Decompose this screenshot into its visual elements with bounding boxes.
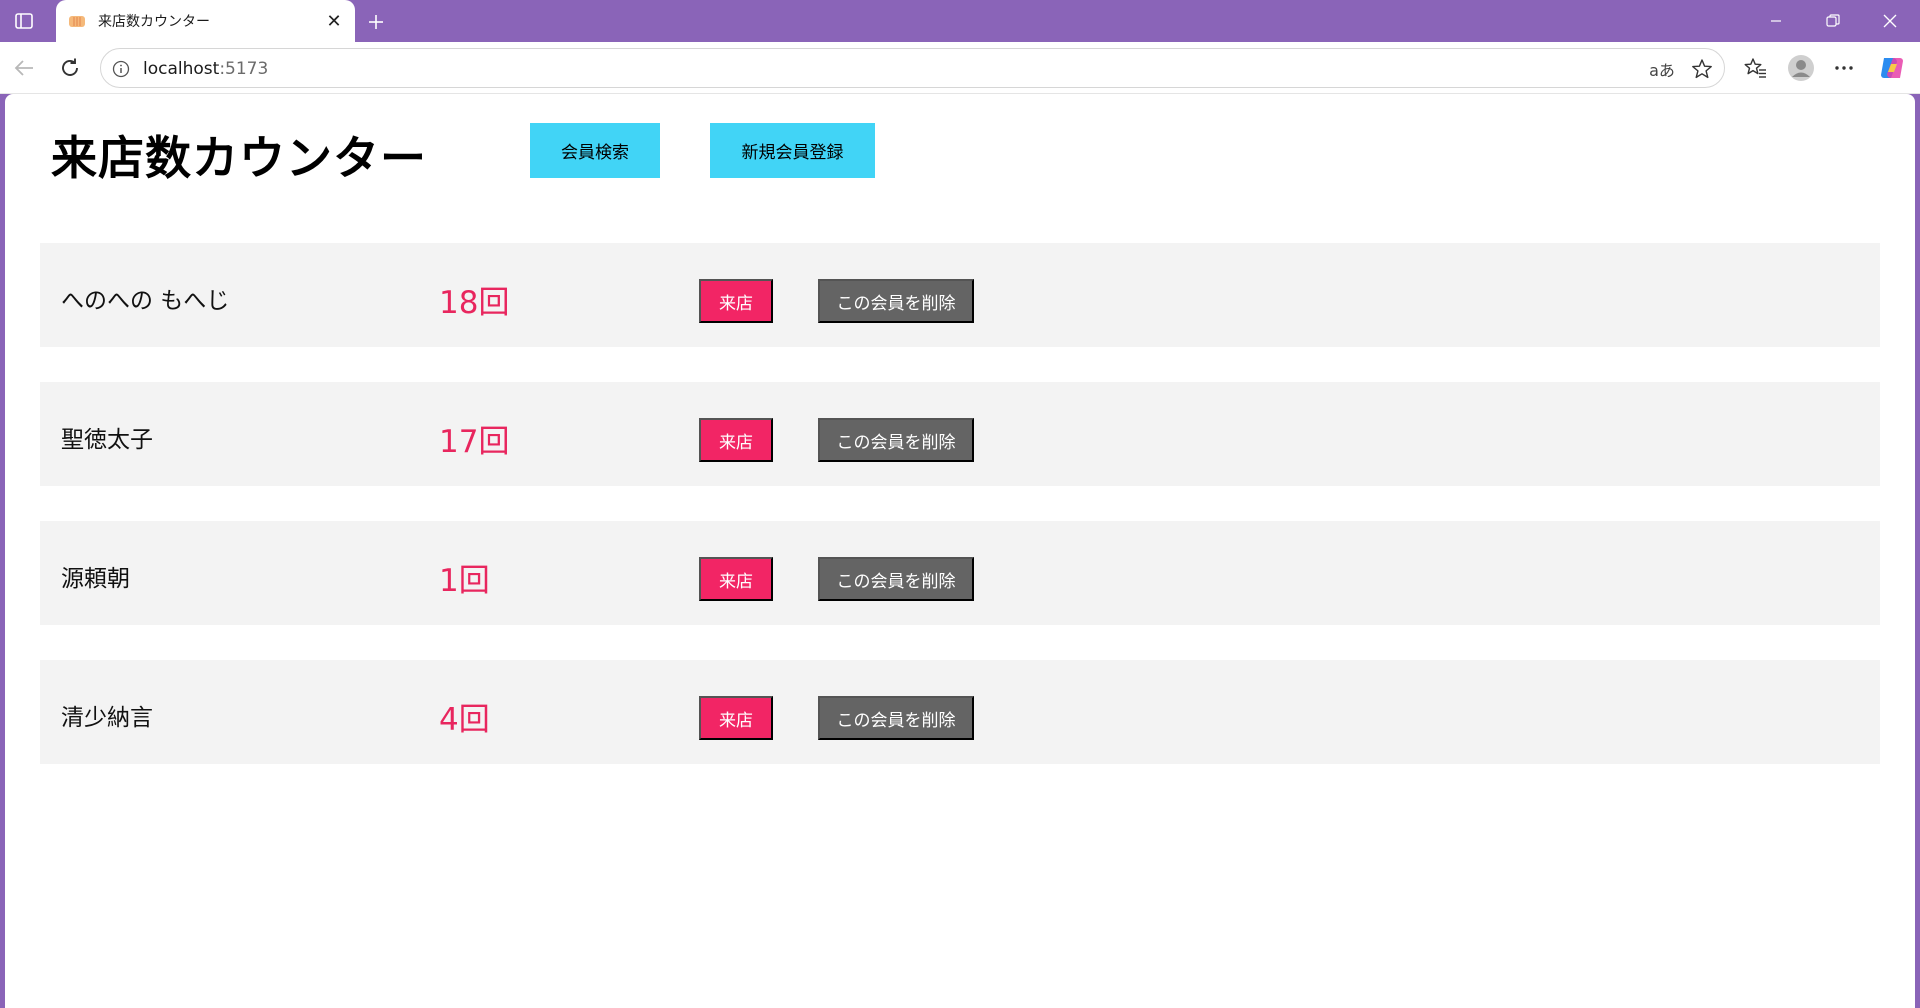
profile-icon[interactable] <box>1785 52 1817 84</box>
visit-count: 4回 <box>439 702 490 738</box>
member-list: へのへの もへじ 18回 来店 この会員を削除 聖徳太子 17回 来店 この会員… <box>40 243 1880 799</box>
visit-count: 1回 <box>439 563 490 599</box>
page-title: 来店数カウンター <box>51 131 427 185</box>
visit-button[interactable]: 来店 <box>699 696 773 740</box>
member-search-button[interactable]: 会員検索 <box>530 123 660 178</box>
delete-member-button[interactable]: この会員を削除 <box>818 418 974 462</box>
visit-count: 18回 <box>439 285 510 321</box>
member-row: 源頼朝 1回 来店 この会員を削除 <box>40 521 1880 625</box>
plus-icon[interactable] <box>362 8 390 36</box>
browser-toolbar: localhost:5173 aあ <box>0 42 1920 94</box>
copilot-icon[interactable] <box>1876 52 1908 84</box>
visit-button[interactable]: 来店 <box>699 557 773 601</box>
close-icon[interactable]: ✕ <box>323 10 345 32</box>
favorite-star-icon[interactable] <box>1689 57 1715 81</box>
member-name: 清少納言 <box>61 705 153 731</box>
member-row: へのへの もへじ 18回 来店 この会員を削除 <box>40 243 1880 347</box>
page-viewport: 来店数カウンター 会員検索 新規会員登録 へのへの もへじ 18回 来店 この会… <box>5 94 1915 1008</box>
favicon-icon <box>68 12 86 30</box>
read-aloud-icon[interactable]: aあ <box>1649 57 1675 81</box>
url-text[interactable]: localhost:5173 <box>143 59 268 79</box>
browser-titlebar: 来店数カウンター ✕ <box>0 0 1920 42</box>
app-header: 来店数カウンター 会員検索 新規会員登録 <box>5 94 1915 244</box>
visit-button[interactable]: 来店 <box>699 279 773 323</box>
member-name: へのへの もへじ <box>61 288 230 314</box>
address-bar[interactable]: localhost:5173 aあ <box>100 48 1725 88</box>
delete-member-button[interactable]: この会員を削除 <box>818 696 974 740</box>
member-name: 聖徳太子 <box>61 427 153 453</box>
member-row: 清少納言 4回 来店 この会員を削除 <box>40 660 1880 764</box>
reload-icon[interactable] <box>54 52 86 84</box>
browser-tab[interactable]: 来店数カウンター ✕ <box>56 0 355 42</box>
sidebar-icon[interactable] <box>12 10 36 32</box>
close-window-icon[interactable] <box>1862 0 1918 42</box>
favorites-icon[interactable] <box>1740 52 1772 84</box>
tab-title: 来店数カウンター <box>98 14 210 30</box>
minimize-icon[interactable] <box>1748 0 1804 42</box>
member-row: 聖徳太子 17回 来店 この会員を削除 <box>40 382 1880 486</box>
delete-member-button[interactable]: この会員を削除 <box>818 279 974 323</box>
url-port: :5173 <box>219 59 269 79</box>
visit-button[interactable]: 来店 <box>699 418 773 462</box>
url-host: localhost <box>143 59 220 79</box>
visit-count: 17回 <box>439 424 510 460</box>
more-icon[interactable] <box>1828 52 1860 84</box>
member-name: 源頼朝 <box>61 566 130 592</box>
restore-icon[interactable] <box>1805 0 1861 42</box>
new-member-button[interactable]: 新規会員登録 <box>710 123 875 178</box>
delete-member-button[interactable]: この会員を削除 <box>818 557 974 601</box>
back-icon[interactable] <box>8 52 40 84</box>
info-icon[interactable] <box>111 59 131 79</box>
